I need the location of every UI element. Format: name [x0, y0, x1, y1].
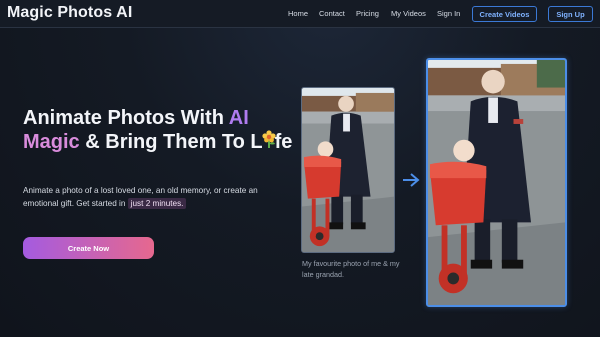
- animated-photo-preview[interactable]: [426, 58, 567, 307]
- flower-icon: [262, 130, 276, 150]
- nav-contact-link[interactable]: Contact: [319, 9, 345, 18]
- headline-text-middle: & Bring Them To L: [79, 131, 263, 153]
- sign-up-button[interactable]: Sign Up: [548, 6, 593, 22]
- nav-my-videos-link[interactable]: My Videos: [391, 9, 426, 18]
- original-photo: [301, 87, 395, 253]
- subtext-highlight: just 2 minutes.: [127, 198, 187, 209]
- photo-caption: My favourite photo of me & my late grand…: [302, 259, 400, 279]
- create-videos-button[interactable]: Create Videos: [472, 6, 537, 22]
- top-navbar: Magic Photos AI Home Contact Pricing My …: [0, 0, 600, 28]
- nav-home-link[interactable]: Home: [288, 9, 308, 18]
- headline-text-end: fe: [274, 131, 293, 153]
- nav-sign-in-link[interactable]: Sign In: [437, 9, 460, 18]
- hero-headline: Animate Photos With AI Magic & Bring The…: [23, 106, 293, 154]
- hero-subtext: Animate a photo of a lost loved one, an …: [23, 184, 268, 210]
- brand-logo-text[interactable]: Magic Photos AI: [7, 4, 132, 22]
- create-now-button[interactable]: Create Now: [23, 237, 154, 259]
- headline-ai-word: AI: [228, 107, 249, 129]
- arrow-right-icon: [403, 173, 420, 187]
- nav-pricing-link[interactable]: Pricing: [356, 9, 379, 18]
- headline-text-start: Animate Photos With: [23, 107, 229, 129]
- headline-magic-word: Magic: [23, 131, 80, 153]
